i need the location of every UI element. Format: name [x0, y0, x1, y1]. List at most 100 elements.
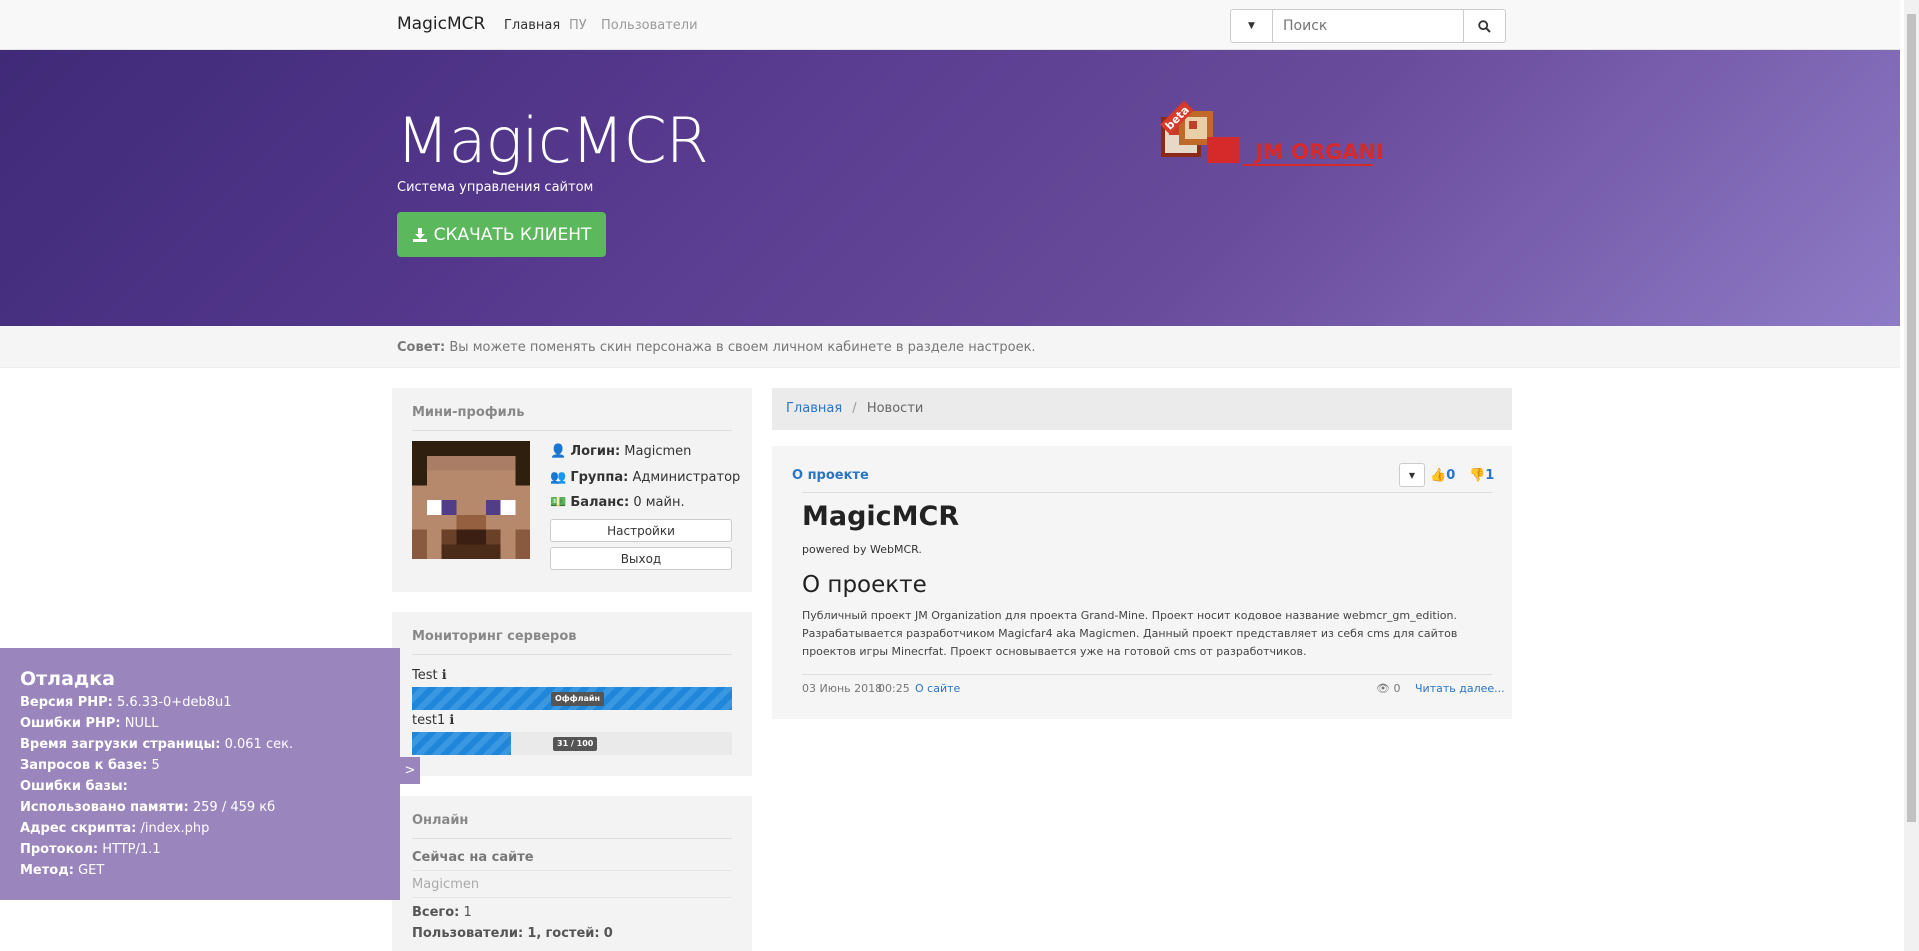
search-icon [1478, 19, 1491, 33]
online-user-link[interactable]: Magicmen [412, 877, 479, 892]
online-panel: Онлайн Сейчас на сайте Magicmen Всего: 1… [392, 796, 752, 951]
player-skin-avatar [412, 441, 530, 559]
debug-panel: Отладка Версия PHP: 5.6.33-0+deb8u1 Ошиб… [0, 648, 400, 900]
server-name-row: Test ℹ [412, 668, 447, 683]
top-navbar: MagicMCR Главная ПУ Пользователи ▼ [0, 0, 1900, 50]
nav-link-users[interactable]: Пользователи [601, 18, 698, 33]
divider [412, 897, 732, 898]
search-input[interactable] [1273, 9, 1464, 43]
money-icon: 💵 [550, 495, 567, 510]
breadcrumb-separator: / [852, 401, 857, 416]
search-button[interactable] [1464, 9, 1506, 43]
news-options-dropdown[interactable]: ▼ [1399, 463, 1425, 487]
group-value: Администратор [632, 470, 741, 485]
divider [412, 870, 732, 871]
download-client-label: СКАЧАТЬ КЛИЕНТ [433, 224, 592, 245]
group-row: 👥 Группа: Администратор [550, 470, 740, 485]
debug-row: Использовано памяти: 259 / 459 кб [20, 797, 380, 818]
debug-label: Время загрузки страницы: [20, 737, 221, 752]
debug-label: Запросов к базе: [20, 758, 148, 773]
news-body: Публичный проект JM Organization для про… [802, 609, 1458, 658]
news-views: 👁 0 [1376, 682, 1400, 695]
tip-bar: Совет: Вы можете поменять скин персонажа… [0, 326, 1900, 368]
divider [412, 838, 732, 839]
debug-label: Ошибки PHP: [20, 716, 121, 731]
guests-label: гостей: [545, 926, 600, 941]
online-total-row: Всего: 1 [412, 905, 472, 920]
mini-profile-title: Мини-профиль [412, 405, 525, 420]
search-dropdown-button[interactable]: ▼ [1230, 9, 1273, 43]
settings-button[interactable]: Настройки [550, 519, 732, 542]
read-more-link[interactable]: Читать далее... [1415, 682, 1505, 695]
server-progress-bar: 31 / 100 [412, 732, 732, 755]
news-powered-by: powered by WebMCR. [802, 543, 922, 556]
news-category-link[interactable]: О проекте [792, 468, 869, 483]
server-monitoring-panel: Мониторинг серверов Test ℹ Оффлайн test1… [392, 612, 752, 776]
debug-label: Использовано памяти: [20, 800, 189, 815]
news-section-link[interactable]: О сайте [915, 682, 960, 695]
divider [412, 430, 732, 431]
login-value: Magicmen [624, 444, 692, 459]
server-progress-bar: Оффлайн [412, 687, 732, 710]
debug-value: 0.061 сек. [224, 737, 294, 752]
total-value: 1 [463, 905, 472, 920]
like-button[interactable]: 👍0 [1430, 468, 1455, 483]
divider [412, 654, 732, 655]
balance-label: Баланс: [570, 495, 630, 510]
debug-row: Протокол: HTTP/1.1 [20, 839, 380, 860]
login-label: Логин: [570, 444, 621, 459]
debug-row: Адрес скрипта: /index.php [20, 818, 380, 839]
navbar-brand[interactable]: MagicMCR [397, 14, 485, 34]
tip-message: Вы можете поменять скин персонажа в свое… [449, 340, 1036, 355]
breadcrumb-current: Новости [866, 401, 924, 416]
thumbs-down-icon: 👎 [1469, 468, 1486, 483]
news-subheading: О проекте [802, 572, 927, 598]
hero-subtitle: Система управления сайтом [397, 180, 594, 195]
caret-down-icon: ▼ [1408, 470, 1416, 480]
debug-value: 5 [151, 758, 160, 773]
login-row: 👤 Логин: Magicmen [550, 444, 691, 459]
monitoring-title: Мониторинг серверов [412, 629, 577, 644]
debug-value: GET [78, 863, 105, 878]
debug-value: NULL [124, 716, 159, 731]
server-progress-fill [412, 732, 512, 755]
nav-link-home[interactable]: Главная [504, 18, 560, 33]
debug-value: HTTP/1.1 [102, 842, 161, 857]
page-scrollbar[interactable] [1904, 0, 1919, 951]
breadcrumb-home-link[interactable]: Главная [786, 401, 842, 416]
debug-row: Ошибки базы: [20, 776, 380, 797]
now-on-site-label: Сейчас на сайте [412, 850, 534, 865]
debug-row: Запросов к базе: 5 [20, 755, 380, 776]
debug-row: Версия PHP: 5.6.33-0+deb8u1 [20, 692, 380, 713]
info-icon[interactable]: ℹ [442, 668, 447, 683]
users-value: 1, [527, 926, 542, 941]
download-icon [412, 227, 427, 242]
dislike-button[interactable]: 👎1 [1469, 468, 1494, 483]
logout-button[interactable]: Выход [550, 547, 732, 570]
logo-text: JM ORGANIZATION [1253, 140, 1385, 164]
users-icon: 👥 [550, 470, 567, 485]
news-time: 00:25 [878, 682, 910, 695]
jm-organization-logo: beta JM ORGANIZATION [1155, 97, 1471, 175]
group-label: Группа: [570, 470, 629, 485]
hero-title: MagicMCR [396, 104, 709, 177]
info-icon[interactable]: ℹ [449, 713, 454, 728]
server-name-row: test1 ℹ [412, 713, 454, 728]
debug-label: Версия PHP: [20, 695, 113, 710]
download-client-button[interactable]: СКАЧАТЬ КЛИЕНТ [397, 212, 606, 257]
news-date: 03 Июнь 2018 [802, 682, 883, 695]
balance-row: 💵 Баланс: 0 майн. [550, 495, 685, 510]
debug-toggle-button[interactable]: > [400, 757, 420, 784]
debug-value: /index.php [140, 821, 210, 836]
debug-title: Отладка [20, 668, 115, 690]
hero-banner: MagicMCR Система управления сайтом СКАЧА… [0, 50, 1900, 326]
views-count: 0 [1393, 682, 1401, 695]
scrollbar-thumb[interactable] [1907, 14, 1916, 822]
server-status-label: 31 / 100 [553, 737, 598, 751]
debug-label: Ошибки базы: [20, 779, 128, 794]
nav-link-control-panel[interactable]: ПУ [569, 18, 587, 33]
divider [802, 492, 1492, 493]
balance-value: 0 майн. [633, 495, 685, 510]
server-status-label: Оффлайн [551, 692, 605, 706]
caret-down-icon: ▼ [1248, 21, 1255, 31]
